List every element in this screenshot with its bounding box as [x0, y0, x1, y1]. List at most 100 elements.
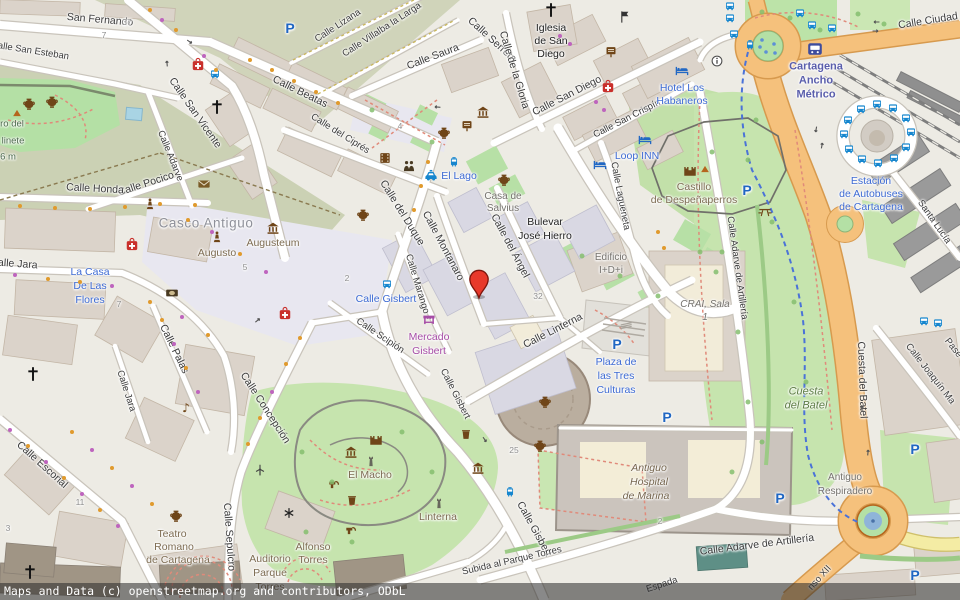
tree-dot — [304, 530, 309, 535]
street-dot — [174, 28, 178, 32]
street-dot — [88, 207, 92, 211]
label-casco-antiguo: Casco Antiguo — [159, 216, 254, 230]
street-dot — [80, 492, 84, 496]
tree-dot — [720, 250, 725, 255]
label-calle-saura: Calle Saura — [406, 42, 461, 71]
street-dot — [270, 390, 274, 394]
label-culturas: Culturas — [596, 385, 635, 396]
tree-dot — [818, 28, 823, 33]
street-dot — [412, 208, 416, 212]
street-dot — [184, 366, 188, 370]
street-dot — [130, 484, 134, 488]
label-teatro: Teatro — [157, 529, 186, 540]
arr-icon — [857, 403, 868, 414]
street-dot — [336, 101, 340, 105]
bus-icon — [906, 127, 917, 138]
parking-icon-p: P — [742, 183, 751, 197]
people-icon — [402, 159, 417, 174]
label-ancho: Ancho — [799, 76, 833, 87]
label-calle-ciudad: Calle Ciudad — [897, 11, 958, 31]
street-dot — [18, 204, 22, 208]
bed-icon — [638, 133, 653, 148]
map-pin-marker[interactable] — [461, 263, 497, 301]
label-de-san: de San — [534, 36, 567, 47]
attribution-text: Maps and Data (c) openstreetmap.org and … — [4, 584, 406, 598]
label-calle-lagueneta: Calle Lagueneta — [609, 161, 632, 231]
street-dot — [158, 202, 162, 206]
mail-icon — [197, 177, 212, 192]
label-salvius: Salvius — [487, 204, 519, 214]
label-respiradero: Respiradero — [818, 487, 872, 497]
label-37: 37 — [122, 18, 131, 27]
plaque-icon — [604, 45, 619, 60]
bin-icon — [345, 493, 360, 508]
label-santa-luc-a: Santa Lucía — [916, 199, 953, 246]
tree-dot — [580, 254, 585, 259]
street-dot — [662, 246, 666, 250]
flag-icon — [618, 10, 633, 25]
tree-dot — [770, 220, 775, 225]
label-7: 7 — [117, 300, 122, 309]
street-dot — [258, 416, 262, 420]
arr-icon — [816, 139, 829, 152]
label-calle-de-la-gloria: Calle de la Gloria — [497, 30, 531, 110]
map-canvas[interactable]: San FernandoCalle San EstebanCalle Serre… — [0, 0, 960, 600]
street-dot — [123, 205, 127, 209]
label-calle-beatas: Calle Beatas — [271, 74, 329, 110]
label-2: 2 — [345, 274, 350, 283]
tree-dot — [804, 380, 809, 385]
label-calle-jara: Calle Jara — [115, 369, 137, 413]
label-calle-pocico: Calle Pocico — [117, 170, 176, 198]
label-3: 3 — [6, 524, 11, 533]
label-loop-inn: Loop INN — [615, 151, 659, 162]
amphora-icon — [356, 208, 371, 223]
arr-icon — [862, 446, 874, 458]
stairs-icon — [619, 317, 634, 332]
bus-icon — [901, 113, 912, 124]
street-dot — [180, 315, 184, 319]
street-dot — [46, 277, 50, 281]
church-icon — [209, 99, 226, 116]
label-calle-san-esteban: Calle San Esteban — [0, 40, 70, 62]
label-de-despe-aperros: de Despeñaperros — [651, 195, 737, 206]
street-dot — [568, 42, 572, 46]
street-dot — [70, 430, 74, 434]
label-calle-san-diego: Calle San Diego — [531, 74, 603, 118]
amphora-icon — [169, 509, 184, 524]
label-casa-de: Casa de — [484, 192, 521, 202]
label-torres: Torres — [298, 555, 327, 566]
bus-icon — [844, 144, 855, 155]
amphora-icon — [22, 97, 37, 112]
peak-icon — [12, 108, 23, 119]
tram-icon — [449, 157, 460, 168]
taxi-icon — [424, 168, 439, 183]
arr-icon — [477, 432, 492, 447]
tree-dot — [430, 140, 435, 145]
bus-icon — [807, 20, 818, 31]
label-flores: Flores — [75, 295, 104, 306]
label-calle-gisbert: Calle Gisbert — [356, 294, 417, 305]
bed-icon — [675, 64, 690, 79]
label-diego: Diego — [537, 49, 564, 60]
street-dot — [202, 54, 206, 58]
tree-dot — [350, 540, 355, 545]
parking-icon-p: P — [662, 410, 671, 424]
tree-dot — [430, 470, 435, 475]
label-calle-del-cipr-s: Calle del Ciprés — [309, 112, 371, 156]
street-dot — [264, 270, 268, 274]
museum-icon — [476, 105, 491, 120]
label-linete: linete — [2, 136, 25, 146]
tree-dot — [736, 330, 741, 335]
label-m-trico: Métrico — [796, 90, 835, 101]
label-calle-linterna: Calle Linterna — [522, 312, 585, 351]
label-alfonso: Alfonso — [295, 542, 330, 553]
street-dot — [214, 68, 218, 72]
castle-icon — [368, 431, 385, 448]
label-calle-gisbert: Calle Gisbert — [438, 367, 471, 420]
label-11: 11 — [76, 498, 85, 507]
bus-icon — [839, 129, 850, 140]
bin-icon — [459, 427, 474, 442]
label-cartagena: Cartagena — [789, 62, 843, 73]
bus-icon — [843, 115, 854, 126]
label-el-macho: El Macho — [348, 470, 392, 481]
